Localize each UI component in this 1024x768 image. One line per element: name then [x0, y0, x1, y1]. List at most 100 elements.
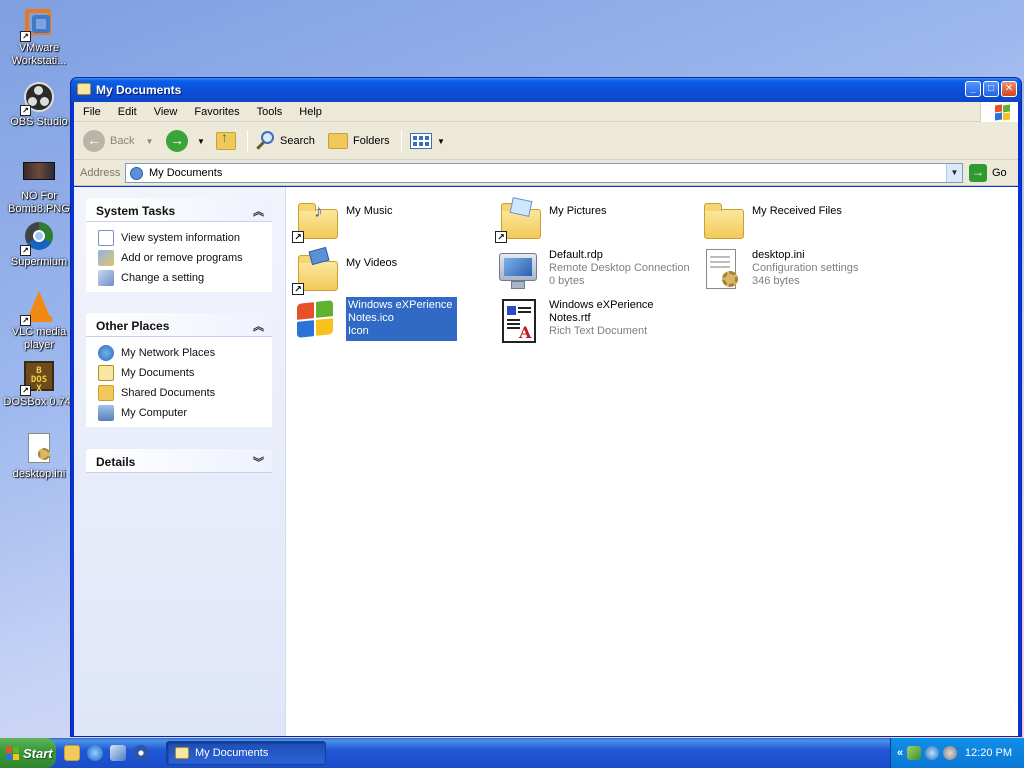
task-add-remove-programs[interactable]: Add or remove programs [98, 248, 272, 268]
desktop-icon-vlc[interactable]: ↗ VLC media player [1, 290, 77, 352]
system-tasks-header[interactable]: System Tasks ︽ [86, 198, 272, 222]
desktop-icon-supermium[interactable]: ↗ Supermium [1, 220, 77, 269]
file-name: Default.rdp [549, 249, 603, 261]
toolbar: ← Back ▼ → ▼ ↑ Search Folders ▼ [74, 122, 1018, 160]
other-places-header[interactable]: Other Places ︽ [86, 313, 272, 337]
dosbox-icon: B DOS X ↗ [20, 360, 56, 396]
expand-chevron-icon[interactable]: ︾ [253, 454, 264, 470]
task-pane: System Tasks ︽ View system information A… [74, 187, 286, 736]
place-my-network-places[interactable]: My Network Places [98, 343, 272, 363]
menu-tools[interactable]: Tools [248, 106, 291, 118]
address-dropdown-button[interactable]: ▼ [946, 164, 962, 182]
quicklaunch-outlook-icon[interactable] [110, 745, 126, 761]
forward-button[interactable]: → ▼ [166, 129, 205, 153]
search-button[interactable]: Search [255, 129, 315, 153]
remote-desktop-icon [495, 247, 543, 295]
quicklaunch-explorer-icon[interactable] [64, 745, 80, 761]
views-button[interactable]: ▼ [410, 129, 445, 153]
file-type: Configuration settings [752, 262, 859, 274]
folders-label: Folders [353, 135, 390, 147]
taskbar-button-my-documents[interactable]: My Documents [166, 741, 326, 765]
windows-flag-icon [6, 746, 19, 760]
start-label: Start [23, 745, 53, 761]
menu-help[interactable]: Help [290, 106, 330, 118]
place-shared-documents[interactable]: Shared Documents [98, 383, 272, 403]
file-name: desktop.ini [752, 249, 805, 261]
menu-bar: File Edit View Favorites Tools Help [74, 102, 1018, 122]
task-change-setting[interactable]: Change a setting [98, 268, 272, 288]
go-button[interactable]: → Go [969, 164, 1007, 182]
file-item[interactable]: My Received Files [698, 195, 898, 243]
file-name: Windows eXPerience [348, 299, 453, 311]
task-view-system-info[interactable]: View system information [98, 228, 272, 248]
network-status-tray-icon[interactable] [925, 746, 940, 760]
place-my-computer[interactable]: My Computer [98, 403, 272, 423]
panel-title: Details [96, 455, 136, 469]
menu-edit[interactable]: Edit [109, 106, 145, 118]
go-label: Go [992, 167, 1007, 179]
network-tray-icon[interactable] [907, 746, 922, 760]
file-type: Rich Text Document [549, 325, 648, 337]
system-tasks-panel: System Tasks ︽ View system information A… [86, 198, 272, 292]
folder-icon [698, 195, 746, 243]
collapse-chevron-icon[interactable]: ︽ [253, 203, 264, 219]
explorer-window: My Documents _ □ ✕ File Edit View Favori… [70, 77, 1022, 737]
title-bar[interactable]: My Documents _ □ ✕ [71, 78, 1021, 102]
forward-arrow-icon: → [166, 130, 188, 152]
desktop-icon-label: VLC media player [11, 326, 67, 351]
control-panel-icon [98, 270, 114, 286]
close-button[interactable]: ✕ [1001, 81, 1017, 97]
tray-expand-button[interactable]: « [897, 747, 903, 759]
up-folder-button[interactable]: ↑ [216, 129, 236, 153]
file-item[interactable]: ↗ My Pictures [495, 195, 695, 243]
file-size: 346 bytes [752, 275, 800, 287]
my-documents-icon [98, 365, 114, 381]
collapse-chevron-icon[interactable]: ︽ [253, 318, 264, 334]
file-item[interactable]: Default.rdp Remote Desktop Connection 0 … [495, 247, 695, 295]
place-my-documents[interactable]: My Documents [98, 363, 272, 383]
start-button[interactable]: Start [0, 738, 56, 768]
folder-icon [175, 747, 189, 759]
address-input[interactable]: My Documents ▼ [125, 163, 963, 183]
file-item[interactable]: ♪ ↗ My Music [292, 195, 492, 243]
task-label: Add or remove programs [121, 252, 243, 264]
file-name: My Received Files [752, 205, 842, 217]
taskbar: Start My Documents « 12:20 PM [0, 738, 1024, 768]
file-name: Windows eXPerience [549, 299, 654, 311]
place-label: My Computer [121, 407, 188, 419]
menu-file[interactable]: File [74, 106, 109, 118]
details-header[interactable]: Details ︾ [86, 449, 272, 473]
my-computer-icon [98, 405, 114, 421]
pictures-folder-icon: ↗ [495, 195, 543, 243]
config-file-icon [698, 247, 746, 295]
file-item-selected[interactable]: Windows eXPerience Notes.ico Icon [292, 297, 492, 345]
desktop-icon-vmware[interactable]: ↗ VMware Workstati... [1, 6, 77, 68]
file-item[interactable]: ↗ My Videos [292, 246, 492, 295]
quicklaunch-ie-icon[interactable] [87, 745, 103, 761]
desktop-icon-png[interactable]: NO For Bomb8.PNG [1, 154, 77, 216]
desktop-icon-dosbox[interactable]: B DOS X ↗ DOSBox 0.74- [1, 360, 77, 409]
menu-view[interactable]: View [145, 106, 186, 118]
desktop-icon-label: Supermium [10, 256, 68, 268]
maximize-button[interactable]: □ [983, 81, 999, 97]
network-places-icon [98, 345, 114, 361]
back-button[interactable]: ← Back ▼ [83, 129, 153, 153]
videos-folder-icon: ↗ [292, 246, 340, 295]
menu-favorites[interactable]: Favorites [185, 106, 247, 118]
add-remove-icon [98, 250, 114, 266]
desktop-icon-obs[interactable]: ↗ OBS Studio [1, 80, 77, 129]
back-arrow-icon: ← [83, 130, 105, 152]
folders-button[interactable]: Folders [328, 129, 390, 153]
image-file-icon [22, 154, 56, 188]
windows-flag-icon [980, 102, 1018, 122]
file-item[interactable]: desktop.ini Configuration settings 346 b… [698, 247, 898, 295]
file-item[interactable]: A Windows eXPerience Notes.rtf Rich Text… [495, 297, 695, 345]
clock[interactable]: 12:20 PM [965, 747, 1012, 759]
desktop-icon-ini[interactable]: desktop.ini [1, 432, 77, 481]
up-folder-icon: ↑ [216, 129, 236, 150]
volume-tray-icon[interactable] [943, 746, 958, 760]
panel-title: System Tasks [96, 204, 176, 218]
minimize-button[interactable]: _ [965, 81, 981, 97]
music-folder-icon: ♪ ↗ [292, 195, 340, 243]
quicklaunch-media-player-icon[interactable] [133, 745, 149, 761]
